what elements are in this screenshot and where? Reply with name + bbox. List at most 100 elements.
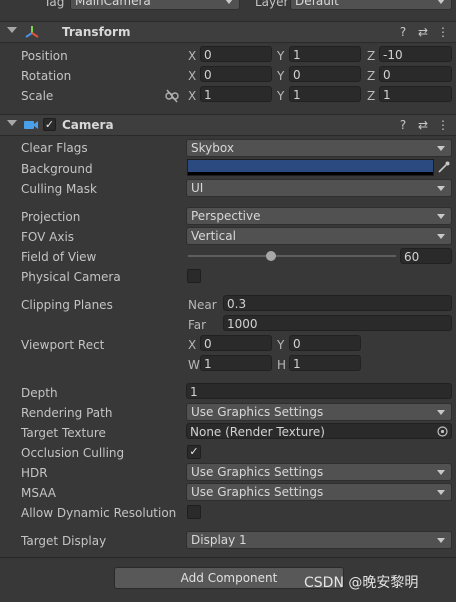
occlusion-culling-checkbox[interactable]: ✓ <box>187 445 201 459</box>
clipping-planes-label: Clipping Planes <box>21 298 113 312</box>
rotation-z-field[interactable]: 0 <box>379 66 452 82</box>
viewport-w-field[interactable]: 1 <box>200 355 272 371</box>
rendering-path-label: Rendering Path <box>21 406 113 420</box>
msaa-label: MSAA <box>21 486 56 500</box>
presets-icon[interactable]: ⇄ <box>416 117 430 133</box>
background-color-field[interactable] <box>187 159 434 176</box>
far-label[interactable]: Far <box>188 317 206 333</box>
chevron-down-icon <box>437 470 445 475</box>
culling-mask-value: UI <box>191 181 204 195</box>
scale-x-field[interactable]: 1 <box>200 86 272 102</box>
rotation-y-field[interactable]: 0 <box>289 66 361 82</box>
target-texture-field[interactable]: None (Render Texture) <box>186 423 452 439</box>
rotation-z-label[interactable]: Z <box>367 68 375 84</box>
near-label[interactable]: Near <box>188 297 217 313</box>
position-y-label[interactable]: Y <box>277 48 284 64</box>
depth-field[interactable]: 1 <box>186 383 452 399</box>
target-display-dropdown[interactable]: Display 1 <box>186 531 452 549</box>
dynamic-resolution-label: Allow Dynamic Resolution <box>21 506 177 520</box>
viewport-x-field[interactable]: 0 <box>200 335 272 351</box>
presets-icon[interactable]: ⇄ <box>416 24 430 40</box>
fov-axis-dropdown[interactable]: Vertical <box>186 227 452 245</box>
camera-enabled-checkbox[interactable]: ✓ <box>43 118 56 131</box>
hdr-label: HDR <box>21 466 48 480</box>
position-z-field[interactable]: -10 <box>379 46 452 62</box>
viewport-y-field[interactable]: 0 <box>289 335 361 351</box>
chevron-down-icon <box>437 234 445 239</box>
hdr-dropdown[interactable]: Use Graphics Settings <box>186 463 452 481</box>
rendering-path-dropdown[interactable]: Use Graphics Settings <box>186 403 452 421</box>
more-icon[interactable]: ⋮ <box>436 117 450 133</box>
projection-value: Perspective <box>191 209 261 223</box>
msaa-dropdown[interactable]: Use Graphics Settings <box>186 483 452 501</box>
viewport-rect-label: Viewport Rect <box>21 338 105 352</box>
foldout-arrow-icon[interactable] <box>7 27 17 33</box>
help-icon[interactable]: ? <box>396 117 410 133</box>
clear-flags-label: Clear Flags <box>21 141 88 155</box>
layer-value: Default <box>295 0 339 8</box>
clear-flags-dropdown[interactable]: Skybox <box>186 139 452 157</box>
tag-dropdown[interactable]: MainCamera <box>70 0 240 10</box>
help-icon[interactable]: ? <box>396 24 410 40</box>
scale-z-label[interactable]: Z <box>367 88 375 104</box>
section-divider <box>0 557 456 558</box>
position-z-label[interactable]: Z <box>367 48 375 64</box>
chevron-down-icon <box>437 490 445 495</box>
dynamic-resolution-checkbox[interactable] <box>187 505 201 519</box>
culling-mask-dropdown[interactable]: UI <box>186 179 452 197</box>
position-x-field[interactable]: 0 <box>200 46 272 62</box>
scale-y-field[interactable]: 1 <box>289 86 361 102</box>
transform-header[interactable]: Transform ? ⇄ ⋮ <box>0 21 456 43</box>
fov-axis-value: Vertical <box>191 229 236 243</box>
scale-label: Scale <box>21 89 54 103</box>
near-field[interactable]: 0.3 <box>223 295 452 311</box>
scale-y-label[interactable]: Y <box>277 88 284 104</box>
foldout-arrow-icon[interactable] <box>7 120 17 126</box>
far-field[interactable]: 1000 <box>223 315 452 331</box>
position-label: Position <box>21 49 68 63</box>
chevron-down-icon <box>437 146 445 151</box>
msaa-value: Use Graphics Settings <box>191 485 324 499</box>
rotation-y-label[interactable]: Y <box>277 68 284 84</box>
viewport-y-label[interactable]: Y <box>277 337 284 353</box>
chevron-down-icon <box>437 186 445 191</box>
field-of-view-slider-track[interactable] <box>188 255 396 257</box>
target-display-label: Target Display <box>21 534 107 548</box>
position-x-label[interactable]: X <box>188 48 196 64</box>
camera-title: Camera <box>62 118 114 132</box>
link-off-icon[interactable] <box>165 89 179 103</box>
viewport-x-label[interactable]: X <box>188 337 196 353</box>
watermark-text: CSDN @晚安黎明 <box>304 575 419 591</box>
object-picker-icon[interactable] <box>437 426 448 437</box>
viewport-h-field[interactable]: 1 <box>289 355 361 371</box>
projection-dropdown[interactable]: Perspective <box>186 207 452 225</box>
chevron-down-icon <box>437 0 445 4</box>
transform-title: Transform <box>62 25 131 39</box>
chevron-down-icon <box>225 0 233 4</box>
scale-x-label[interactable]: X <box>188 88 196 104</box>
tag-row: Tag MainCamera Layer Default <box>0 0 456 20</box>
layer-label: Layer <box>255 0 289 9</box>
chevron-down-icon <box>437 538 445 543</box>
eyedropper-icon[interactable] <box>437 160 451 174</box>
rotation-x-label[interactable]: X <box>188 68 196 84</box>
layer-dropdown[interactable]: Default <box>290 0 452 10</box>
physical-camera-checkbox[interactable] <box>187 269 201 283</box>
field-of-view-field[interactable]: 60 <box>400 248 452 264</box>
rotation-x-field[interactable]: 0 <box>200 66 272 82</box>
camera-header[interactable]: ✓ Camera ? ⇄ ⋮ <box>0 114 456 136</box>
target-texture-value: None (Render Texture) <box>190 425 325 439</box>
more-icon[interactable]: ⋮ <box>436 24 450 40</box>
scale-z-field[interactable]: 1 <box>379 86 452 102</box>
target-texture-label: Target Texture <box>21 426 106 440</box>
physical-camera-label: Physical Camera <box>21 270 121 284</box>
position-y-field[interactable]: 1 <box>289 46 361 62</box>
field-of-view-label: Field of View <box>21 250 97 264</box>
chevron-down-icon <box>437 214 445 219</box>
viewport-w-label[interactable]: W <box>188 357 200 373</box>
field-of-view-slider-handle[interactable] <box>266 251 277 261</box>
color-alpha-bar <box>188 172 433 175</box>
hdr-value: Use Graphics Settings <box>191 465 324 479</box>
viewport-h-label[interactable]: H <box>277 357 286 373</box>
clear-flags-value: Skybox <box>191 141 234 155</box>
